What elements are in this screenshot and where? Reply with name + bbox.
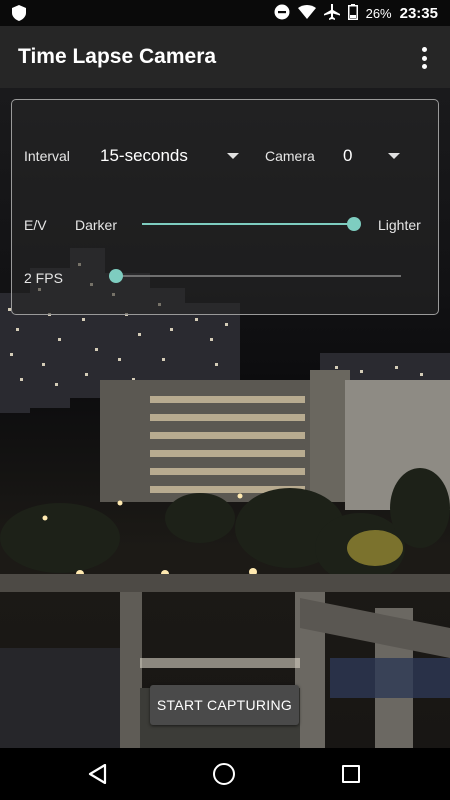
fps-slider-thumb[interactable] [109, 269, 123, 283]
shield-icon [12, 5, 26, 26]
clock: 23:35 [399, 5, 438, 22]
fps-slider[interactable] [102, 264, 406, 288]
recents-icon[interactable] [342, 765, 360, 783]
settings-panel: Interval 15-seconds Camera 0 E/V Darker … [11, 99, 439, 315]
camera-label: Camera [265, 148, 315, 164]
airplane-icon [323, 4, 340, 23]
camera-dropdown-icon[interactable] [388, 153, 400, 159]
ev-darker-label: Darker [75, 217, 118, 233]
home-icon[interactable] [213, 763, 235, 785]
ev-slider-thumb[interactable] [347, 217, 361, 231]
ev-slider-fill [142, 223, 354, 225]
app-bar: Time Lapse Camera [0, 26, 450, 88]
wifi-icon [297, 5, 316, 22]
ev-label: E/V [24, 217, 47, 233]
navigation-bar [0, 748, 450, 800]
more-vert-icon[interactable] [412, 46, 436, 70]
app-title: Time Lapse Camera [18, 45, 217, 68]
battery-percent: 26% [365, 6, 392, 21]
interval-dropdown-icon[interactable] [227, 153, 239, 159]
start-capturing-button[interactable]: START CAPTURING [150, 685, 299, 725]
ev-slider[interactable] [142, 212, 362, 236]
ev-lighter-label: Lighter [378, 217, 421, 233]
camera-select[interactable]: 0 [343, 146, 352, 166]
interval-label: Interval [24, 148, 70, 164]
fps-slider-track [109, 275, 401, 277]
fps-label: 2 FPS [24, 270, 63, 286]
do-not-disturb-icon [274, 4, 290, 23]
back-icon[interactable] [88, 763, 108, 789]
interval-select[interactable]: 15-seconds [100, 146, 188, 166]
status-bar: 26% 23:35 [0, 0, 450, 26]
battery-icon [347, 4, 358, 23]
